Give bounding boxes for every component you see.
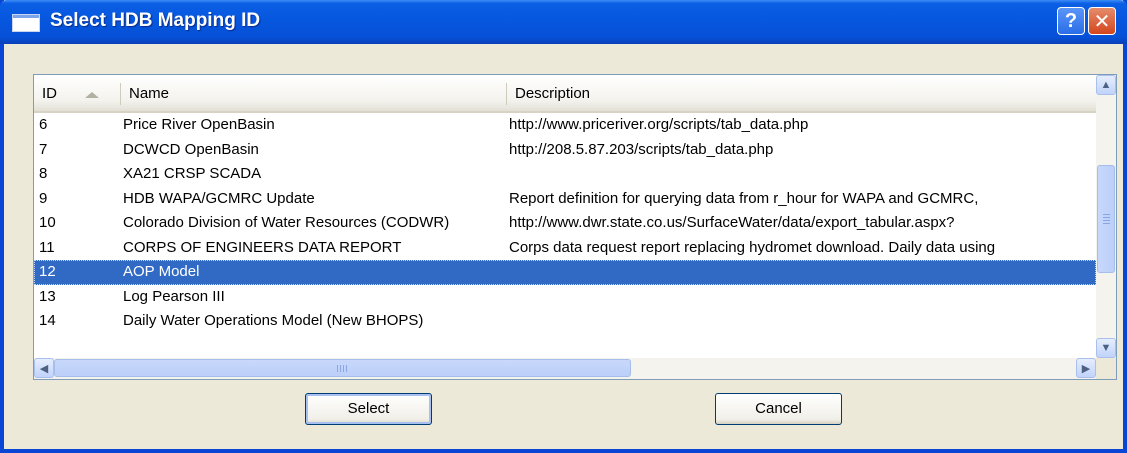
cell-id: 8 [39,165,48,182]
vertical-scroll-thumb[interactable] [1097,165,1115,273]
dialog-window: Select HDB Mapping ID ? ✕ ID Name Descri… [0,0,1127,453]
scroll-up-button[interactable]: ▲ [1096,75,1116,95]
select-button[interactable]: Select [305,393,432,425]
grip-line [1103,223,1110,224]
cell-name: DCWCD OpenBasin [123,140,259,158]
horizontal-scrollbar[interactable]: ◀ ▶ [34,358,1096,379]
column-header-id[interactable]: ID [34,75,120,111]
table-row[interactable]: 6 Price River OpenBasin http://www.priceri… [34,113,1096,138]
cell-description: Corps data request report replacing hydr… [509,238,996,256]
title-bar[interactable]: Select HDB Mapping ID ? ✕ [0,0,1127,44]
scroll-right-button[interactable]: ▶ [1076,358,1096,378]
cell-id: 6 [39,116,48,133]
help-button[interactable]: ? [1057,7,1085,35]
mapping-id-list[interactable]: ID Name Description 6 Price River OpenBas… [33,74,1117,380]
cell-name: Colorado Division of Water Resources (CO… [123,214,450,231]
table-row[interactable]: 9 HDB WAPA/GCMRC Update Report definition … [34,187,1096,212]
scroll-left-button[interactable]: ◀ [34,358,54,378]
sort-ascending-icon [85,92,99,98]
column-header-description[interactable]: Description [507,75,1096,111]
list-body: 6 Price River OpenBasin http://www.priceri… [34,113,1096,334]
chevron-up-icon: ▲ [1100,79,1112,91]
cell-name: Daily Water Operations Model (New BHOPS) [123,312,424,329]
table-row[interactable]: 10 Colorado Division of Water Resources (… [34,211,1096,236]
cell-description: http://208.5.87.203/scripts/tab_data.php [509,140,774,158]
chevron-right-icon: ▶ [1081,362,1091,375]
cell-name: Price River OpenBasin [123,116,275,133]
column-header-description-label: Description [515,85,591,102]
cell-id: 12 [39,263,56,280]
cell-name: AOP Model [123,263,200,280]
grip-line [343,365,344,372]
cell-name: CORPS OF ENGINEERS DATA REPORT [123,238,402,256]
scrollbar-corner [1096,358,1116,379]
column-header-name[interactable]: Name [121,75,506,111]
cell-id: 14 [39,312,56,329]
grip-line [1103,214,1110,215]
table-row[interactable]: 8 XA21 CRSP SCADA [34,162,1096,187]
grip-line [340,365,341,372]
cell-id: 9 [39,189,48,207]
cell-description: http://www.dwr.state.co.us/SurfaceWater/… [509,214,955,231]
cancel-button[interactable]: Cancel [715,393,842,425]
chevron-left-icon: ◀ [39,362,49,375]
cell-id: 13 [39,287,56,305]
scroll-down-button[interactable]: ▼ [1096,338,1116,358]
cell-description: Report definition for querying data from… [509,189,979,207]
horizontal-scroll-thumb[interactable] [54,359,631,377]
table-row[interactable]: 12 AOP Model [34,260,1096,285]
column-header-id-label: ID [42,85,57,102]
window-icon [12,14,40,32]
vertical-scrollbar[interactable]: ▲ ▼ [1096,75,1116,358]
grip-line [337,365,338,372]
window-title: Select HDB Mapping ID [50,10,261,31]
table-row[interactable]: 13 Log Pearson III [34,285,1096,310]
table-row[interactable]: 7 DCWCD OpenBasin http://208.5.87.203/scri… [34,138,1096,163]
list-header: ID Name Description [34,75,1096,113]
cell-name: XA21 CRSP SCADA [123,165,262,182]
grip-line [1103,220,1110,221]
close-button[interactable]: ✕ [1088,7,1116,35]
cell-id: 11 [39,238,55,256]
chevron-down-icon: ▼ [1100,342,1112,354]
column-header-name-label: Name [129,85,170,102]
cell-description: http://www.priceriver.org/scripts/tab_da… [509,116,809,133]
cell-name: HDB WAPA/GCMRC Update [123,189,315,207]
table-row[interactable]: 11 CORPS OF ENGINEERS DATA REPORT Corps da… [34,236,1096,261]
table-row[interactable]: 14 Daily Water Operations Model (New BHOP… [34,309,1096,334]
grip-line [346,365,347,372]
cell-id: 10 [39,214,56,231]
cell-id: 7 [39,140,48,158]
cell-name: Log Pearson III [123,287,225,305]
grip-line [1103,217,1110,218]
